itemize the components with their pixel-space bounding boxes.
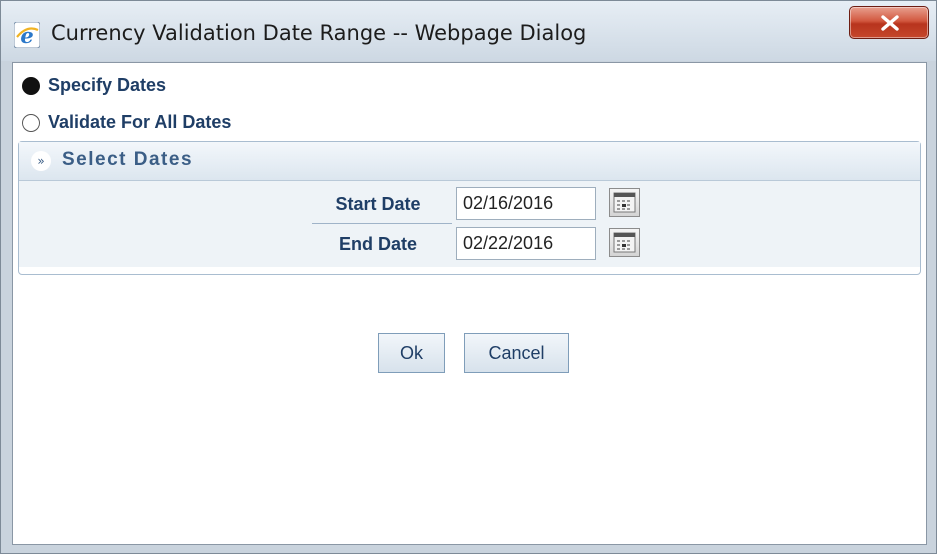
calendar-icon[interactable] xyxy=(609,188,640,217)
end-date-row: End Date xyxy=(19,223,920,261)
calendar-icon[interactable] xyxy=(609,228,640,257)
internet-explorer-icon: e xyxy=(13,21,41,49)
end-date-input[interactable] xyxy=(456,227,596,260)
collapse-chevron-up-icon[interactable]: » xyxy=(31,151,51,171)
close-button[interactable] xyxy=(849,6,929,39)
specify-dates-label: Specify Dates xyxy=(48,75,167,95)
cancel-button[interactable]: Cancel xyxy=(464,333,569,373)
start-date-label: Start Date xyxy=(335,194,421,214)
select-dates-section: » Select Dates Start Date 02/16/2016 End… xyxy=(18,141,921,275)
title-bar[interactable]: e Currency Validation Date Range -- Webp… xyxy=(1,1,936,61)
specify-dates-option[interactable]: Specify Dates xyxy=(22,75,166,96)
start-date-row: Start Date xyxy=(19,183,920,224)
svg-text:e: e xyxy=(20,23,33,48)
end-date-label: End Date xyxy=(338,234,417,254)
close-icon xyxy=(881,15,899,31)
window-title: Currency Validation Date Range -- Webpag… xyxy=(51,21,587,45)
specify-dates-radio[interactable] xyxy=(22,76,40,95)
section-body: Start Date 02/16/2016 End Date 02/22/201… xyxy=(19,181,920,267)
start-date-input[interactable] xyxy=(456,187,596,220)
validate-all-dates-option[interactable]: Validate For All Dates xyxy=(22,112,231,133)
section-header: » Select Dates xyxy=(19,142,920,181)
validate-all-dates-label: Validate For All Dates xyxy=(48,112,232,132)
ok-button[interactable]: Ok xyxy=(378,333,445,373)
section-title: Select Dates xyxy=(62,149,194,170)
dialog-window: e Currency Validation Date Range -- Webp… xyxy=(0,0,937,554)
dialog-content: Specify Dates Validate For All Dates » S… xyxy=(12,62,927,545)
validate-all-dates-radio[interactable] xyxy=(22,113,40,132)
